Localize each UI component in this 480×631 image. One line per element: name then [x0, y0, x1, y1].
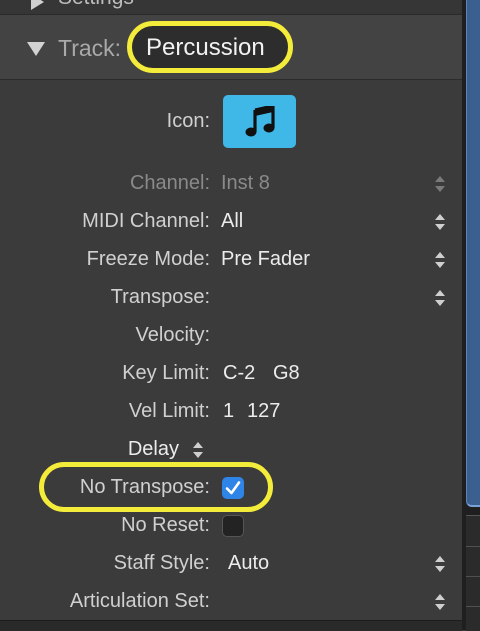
- track-icon-button[interactable]: [223, 95, 296, 148]
- checkmark-icon: [225, 481, 241, 495]
- key-limit-low[interactable]: C-2: [223, 362, 255, 385]
- freeze-mode-label: Freeze Mode:: [86, 248, 210, 270]
- disclosure-down-icon[interactable]: [27, 42, 45, 56]
- no-transpose-label: No Transpose:: [79, 476, 210, 498]
- vel-limit-low[interactable]: 1: [223, 400, 234, 423]
- key-limit-label: Key Limit:: [122, 362, 210, 384]
- articulation-set-label: Articulation Set:: [69, 590, 210, 612]
- transpose-label: Transpose:: [110, 286, 210, 308]
- delay-stepper-icon[interactable]: [192, 441, 204, 459]
- disclosure-right-icon[interactable]: [31, 0, 44, 10]
- articulation-set-stepper-icon[interactable]: [434, 593, 446, 611]
- midi-channel-label: MIDI Channel:: [82, 210, 210, 232]
- track-name-field[interactable]: Percussion: [146, 34, 265, 62]
- staff-style-value[interactable]: Auto: [228, 552, 269, 575]
- music-note-icon: [245, 106, 275, 137]
- midi-channel-value[interactable]: All: [221, 210, 243, 233]
- settings-section-header[interactable]: Settings: [0, 0, 462, 15]
- freeze-mode-value[interactable]: Pre Fader: [221, 248, 310, 271]
- channel-label: Channel:: [129, 172, 210, 194]
- transpose-stepper-icon[interactable]: [434, 289, 446, 307]
- no-transpose-checkbox[interactable]: [222, 477, 244, 499]
- no-reset-label: No Reset:: [121, 514, 210, 536]
- track-label: Track:: [58, 35, 122, 61]
- no-reset-checkbox[interactable]: [222, 515, 244, 537]
- adjacent-lower-panel: [466, 515, 480, 631]
- adjacent-channel-strip[interactable]: [466, 0, 480, 507]
- vel-limit-label: Vel Limit:: [128, 400, 210, 422]
- icon-label: Icon:: [166, 110, 210, 132]
- vel-limit-high[interactable]: 127: [247, 400, 280, 423]
- freeze-mode-stepper-icon[interactable]: [434, 251, 446, 269]
- velocity-label: Velocity:: [135, 324, 210, 346]
- staff-style-label: Staff Style:: [113, 552, 210, 574]
- delay-popup[interactable]: Delay: [128, 438, 179, 461]
- channel-stepper-icon[interactable]: [434, 175, 446, 193]
- midi-channel-stepper-icon[interactable]: [434, 213, 446, 231]
- bottom-bar: [0, 620, 462, 631]
- settings-label: Settings: [58, 0, 134, 10]
- key-limit-high[interactable]: G8: [273, 362, 300, 385]
- staff-style-stepper-icon[interactable]: [434, 555, 446, 573]
- channel-value[interactable]: Inst 8: [221, 172, 270, 195]
